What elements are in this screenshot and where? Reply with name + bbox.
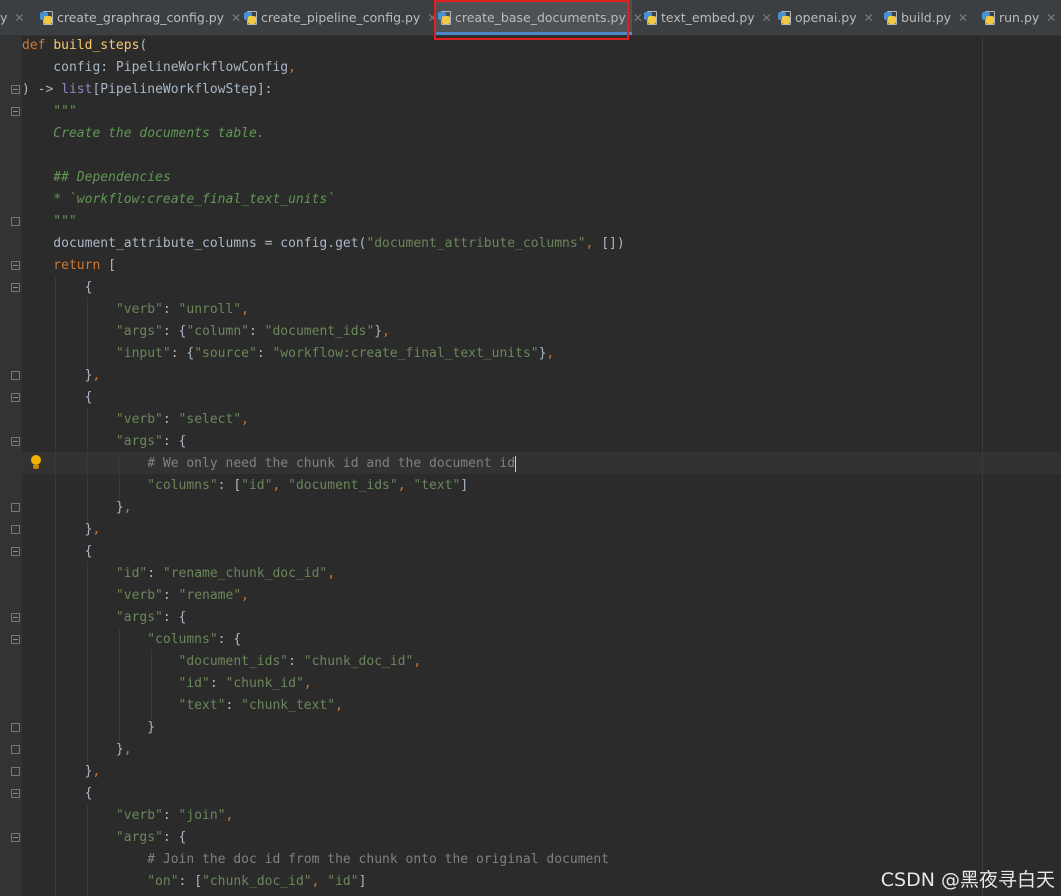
fold-marker-icon[interactable] [11, 283, 20, 292]
tab-label: create_pipeline_config.py [261, 10, 421, 25]
tab-build[interactable]: build.py ✕ [882, 0, 978, 35]
code-line[interactable]: { [22, 541, 93, 563]
tab-openai[interactable]: openai.py ✕ [776, 0, 880, 35]
code-line[interactable]: config: PipelineWorkflowConfig, [22, 57, 296, 79]
tab-label: build.py [901, 10, 952, 25]
close-icon[interactable]: ✕ [762, 11, 772, 25]
code-line[interactable]: }, [22, 761, 101, 783]
fold-marker-icon[interactable] [11, 789, 20, 798]
code-line[interactable]: }, [22, 519, 101, 541]
fold-marker-icon[interactable] [11, 723, 20, 732]
code-line[interactable]: "verb": "join", [22, 805, 233, 827]
fold-marker-icon[interactable] [11, 745, 20, 754]
close-icon[interactable]: ✕ [1046, 11, 1056, 25]
code-line[interactable]: "verb": "rename", [22, 585, 249, 607]
fold-marker-icon[interactable] [11, 613, 20, 622]
code-line[interactable]: "columns": { [22, 629, 241, 651]
tab-create-pipeline-config[interactable]: create_pipeline_config.py ✕ [242, 0, 437, 35]
fold-marker-icon[interactable] [11, 371, 20, 380]
code-line[interactable]: return [ [22, 255, 116, 277]
fold-marker-icon[interactable] [11, 393, 20, 402]
code-line[interactable]: # We only need the chunk id and the docu… [22, 453, 517, 475]
tab-label: y [0, 10, 8, 25]
code-line[interactable]: "args": {"column": "document_ids"}, [22, 321, 390, 343]
tab-partial[interactable]: y ✕ [0, 0, 30, 35]
code-line[interactable]: "input": {"source": "workflow:create_fin… [22, 343, 554, 365]
code-line[interactable]: "verb": "select", [22, 409, 249, 431]
code-line[interactable]: "args": { [22, 827, 186, 849]
tab-text-embed[interactable]: text_embed.py ✕ [642, 0, 772, 35]
python-file-icon [884, 11, 897, 25]
code-line[interactable]: { [22, 387, 93, 409]
code-line[interactable]: }, [22, 497, 132, 519]
close-icon[interactable]: ✕ [231, 11, 241, 25]
code-line[interactable]: } [22, 717, 155, 739]
code-line[interactable]: { [22, 277, 93, 299]
close-icon[interactable]: ✕ [864, 11, 874, 25]
code-line[interactable]: "verb": "unroll", [22, 299, 249, 321]
code-line[interactable]: "args": { [22, 607, 186, 629]
code-line[interactable]: "on": ["chunk_doc_id", "id"] [22, 871, 366, 893]
watermark: CSDN @黑夜寻白天 [880, 869, 1055, 891]
code-line[interactable]: def build_steps( [22, 35, 147, 57]
fold-marker-icon[interactable] [11, 437, 20, 446]
python-file-icon [40, 11, 53, 25]
code-line[interactable]: """ [22, 101, 77, 123]
fold-marker-icon[interactable] [11, 217, 20, 226]
code-line[interactable]: }, [22, 365, 101, 387]
code-line[interactable]: ) -> list[PipelineWorkflowStep]: [22, 79, 272, 101]
editor-tab-bar: y ✕ create_graphrag_config.py ✕ create_p… [0, 0, 1061, 36]
code-line[interactable]: ## Dependencies [22, 167, 170, 189]
code-line[interactable]: "text": "chunk_text", [22, 695, 343, 717]
code-line[interactable]: """ [22, 211, 77, 233]
fold-marker-icon[interactable] [11, 547, 20, 556]
code-line[interactable]: # Join the doc id from the chunk onto th… [22, 849, 609, 871]
tab-create-graphrag-config[interactable]: create_graphrag_config.py ✕ [38, 0, 241, 35]
tab-label: create_base_documents.py [455, 10, 626, 25]
fold-marker-icon[interactable] [11, 261, 20, 270]
code-line[interactable]: }, [22, 739, 132, 761]
code-line[interactable]: "args": { [22, 431, 186, 453]
code-line[interactable]: "id": "chunk_id", [22, 673, 312, 695]
fold-marker-icon[interactable] [11, 525, 20, 534]
tab-label: openai.py [795, 10, 857, 25]
close-icon[interactable]: ✕ [958, 11, 968, 25]
python-file-icon [438, 11, 451, 25]
tab-label: create_graphrag_config.py [57, 10, 225, 25]
code-line[interactable]: "document_ids": "chunk_doc_id", [22, 651, 422, 673]
right-margin-guide [982, 35, 983, 896]
code-line[interactable]: Create the documents table. [22, 123, 264, 145]
fold-marker-icon[interactable] [11, 107, 20, 116]
python-file-icon [982, 11, 995, 25]
code-line[interactable]: { [22, 783, 93, 805]
fold-marker-icon[interactable] [11, 767, 20, 776]
code-line[interactable]: document_attribute_columns = config.get(… [22, 233, 624, 255]
text-caret [515, 455, 517, 472]
tab-label: run.py [999, 10, 1040, 25]
python-file-icon [778, 11, 791, 25]
tab-create-base-documents[interactable]: create_base_documents.py ✕ [436, 0, 643, 35]
code-line[interactable]: * `workflow:create_final_text_units` [22, 189, 335, 211]
python-file-icon [644, 11, 657, 25]
code-line[interactable]: "columns": ["id", "document_ids", "text"… [22, 475, 468, 497]
fold-marker-icon[interactable] [11, 833, 20, 842]
code-line[interactable]: "id": "rename_chunk_doc_id", [22, 563, 335, 585]
fold-marker-icon[interactable] [11, 635, 20, 644]
fold-marker-icon[interactable] [11, 85, 20, 94]
close-icon[interactable]: ✕ [14, 11, 24, 25]
python-file-icon [244, 11, 257, 25]
tab-label: text_embed.py [661, 10, 755, 25]
fold-marker-icon[interactable] [11, 503, 20, 512]
tab-run[interactable]: run.py ✕ [980, 0, 1061, 35]
